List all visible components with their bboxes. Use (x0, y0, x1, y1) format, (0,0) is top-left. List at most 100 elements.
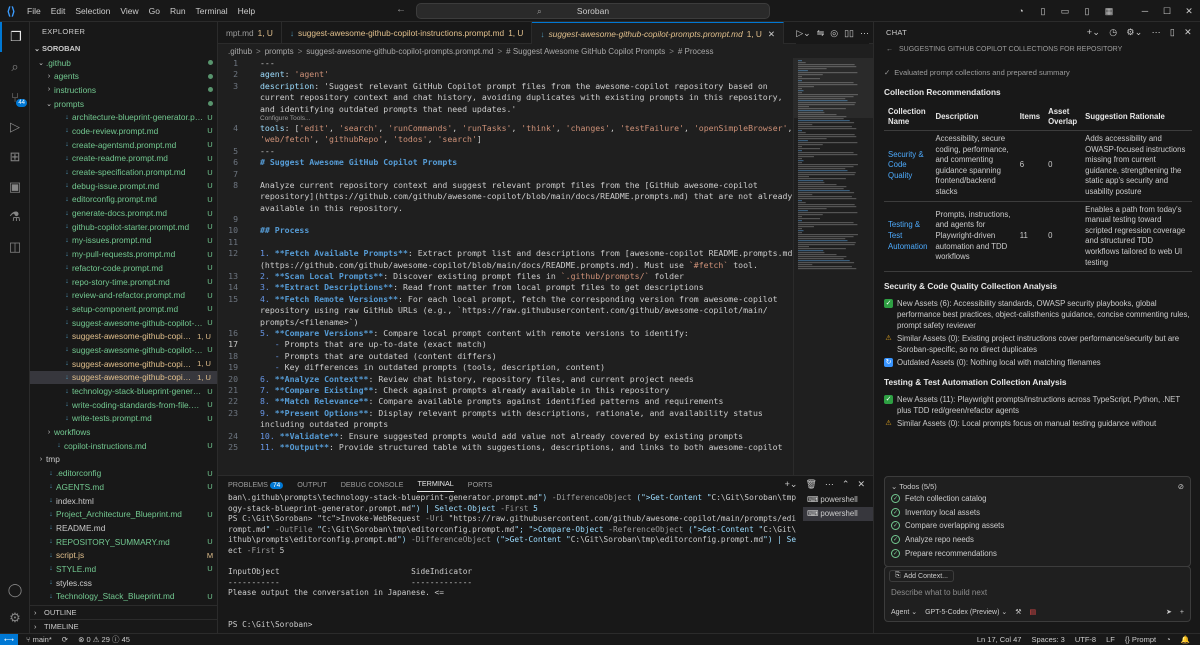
file-item[interactable]: ↓ github-copilot-starter.prompt.md U (30, 220, 217, 234)
layout-secondary-icon[interactable]: ▯ (1076, 6, 1098, 17)
testing-icon[interactable]: ⚗ (0, 202, 30, 232)
encoding[interactable]: UTF-8 (1075, 635, 1096, 644)
send-icon[interactable]: ➤ (1166, 608, 1172, 616)
branch-indicator[interactable]: ⑂ main* (26, 635, 52, 644)
breadcrumb-item[interactable]: # Suggest Awesome GitHub Copilot Prompts (506, 47, 665, 56)
tab-ports[interactable]: PORTS (468, 480, 493, 489)
tab-terminal[interactable]: TERMINAL (417, 477, 454, 492)
folder-item[interactable]: › instructions (30, 83, 217, 97)
file-item[interactable]: ↓ Technology_Stack_Blueprint.md U (30, 590, 217, 604)
file-item[interactable]: ↓ code-review.prompt.md U (30, 124, 217, 138)
settings-gear-icon[interactable]: ⚙ (0, 603, 30, 633)
todo-item[interactable]: ✓ Prepare recommendations (891, 546, 1184, 560)
customize-layout-icon[interactable]: ▦ (1098, 6, 1120, 17)
tab-debug-console[interactable]: DEBUG CONSOLE (341, 480, 404, 489)
chat-view-icon[interactable]: ◫ (0, 232, 30, 262)
breadcrumb-item[interactable]: suggest-awesome-github-copilot-prompts.p… (306, 47, 493, 56)
file-item[interactable]: ↓ create-readme.prompt.md U (30, 152, 217, 166)
settings-icon[interactable]: ⚙⌄ (1126, 27, 1142, 38)
source-control-icon[interactable]: ⑂ 44 (0, 82, 30, 112)
todo-item[interactable]: ✓ Analyze repo needs (891, 533, 1184, 547)
breadcrumb-item[interactable]: # Process (678, 47, 714, 56)
file-item[interactable]: ↓ create-specification.prompt.md U (30, 165, 217, 179)
menu-view[interactable]: View (115, 0, 143, 22)
command-center-search[interactable]: ⌕ Soroban (416, 3, 770, 19)
more-actions-icon[interactable]: ⋯ (1152, 27, 1161, 38)
file-item[interactable]: ↓ architecture-blueprint-generator.pro...… (30, 110, 217, 124)
search-view-icon[interactable]: ⌕ (0, 52, 30, 82)
split-icon[interactable]: ▯ (1170, 27, 1175, 38)
file-item[interactable]: ↓ suggest-awesome-github-copilot-c... U (30, 343, 217, 357)
more-actions-icon[interactable]: ⋯ (825, 479, 834, 490)
clear-icon[interactable]: ⊘ (1178, 482, 1184, 491)
file-item[interactable]: ↓ copilot-instructions.md U (30, 439, 217, 453)
menu-terminal[interactable]: Terminal (191, 0, 233, 22)
problems-indicator[interactable]: ⊗ 0 ⚠ 29 ⓘ 45 (78, 634, 130, 645)
menu-help[interactable]: Help (233, 0, 260, 22)
breadcrumb-item[interactable]: .github (228, 47, 252, 56)
cursor-position[interactable]: Ln 17, Col 47 (977, 635, 1022, 644)
minimize-button[interactable]: ─ (1134, 6, 1156, 16)
tab-problems[interactable]: PROBLEMS 74 (228, 480, 284, 489)
new-chat-icon[interactable]: +⌄ (1087, 27, 1100, 38)
code-editor[interactable]: 1 --- 2 agent: 'agent' 3 description: 'Sugges… (218, 58, 793, 475)
file-item[interactable]: ↓ styles.css (30, 576, 217, 590)
todo-item[interactable]: ✓ Compare overlapping assets (891, 519, 1184, 533)
collection-link[interactable]: Testing & Test Automation (884, 201, 932, 273)
add-context-button[interactable]: ⎘ Add Context... (889, 570, 954, 582)
explorer-icon[interactable]: ❐ (0, 22, 30, 52)
file-item[interactable]: ↓ repo-story-time.prompt.md U (30, 275, 217, 289)
close-button[interactable]: ✕ (1178, 6, 1200, 17)
history-icon[interactable]: ◷ (1109, 27, 1117, 38)
tab-prompt-partial[interactable]: mpt.md 1, U (218, 22, 282, 44)
file-item[interactable]: ↓suggest-awesome-github-copilot-c... 1, U (30, 329, 217, 343)
run-icon[interactable]: ▷⌄ (796, 28, 810, 39)
tab-instructions-prompt[interactable]: ↓ suggest-awesome-github-copilot-instruc… (282, 22, 533, 44)
layout-sidebar-icon[interactable]: ▯ (1032, 6, 1054, 17)
copilot-icon[interactable]: ◔ (1010, 6, 1032, 16)
file-item[interactable]: ↓ index.html (30, 494, 217, 508)
file-item[interactable]: ↓ suggest-awesome-github-copilot-ag... U (30, 316, 217, 330)
file-item[interactable]: ↓ AGENTS.md U (30, 480, 217, 494)
file-item[interactable]: ↓ write-tests.prompt.md U (30, 412, 217, 426)
folder-item[interactable]: ⌄ prompts (30, 97, 217, 111)
model-picker[interactable]: GPT-5-Codex (Preview) ⌄ (925, 608, 1007, 616)
back-arrow-icon[interactable]: ← (396, 4, 406, 15)
add-icon[interactable]: + (1180, 609, 1184, 616)
folder-item[interactable]: › workflows (30, 425, 217, 439)
file-item[interactable]: ↓ my-issues.prompt.md U (30, 234, 217, 248)
menu-run[interactable]: Run (165, 0, 191, 22)
tab-prompts-prompt[interactable]: ↓ suggest-awesome-github-copilot-prompts… (532, 22, 784, 44)
terminal-item[interactable]: ⌨ powershell (803, 507, 873, 521)
file-item[interactable]: ↓ technology-stack-blueprint-generato... U (30, 384, 217, 398)
indentation[interactable]: Spaces: 3 (1031, 635, 1064, 644)
close-panel-icon[interactable]: ✕ (857, 479, 865, 490)
menu-file[interactable]: File (22, 0, 46, 22)
menu-edit[interactable]: Edit (46, 0, 71, 22)
file-item[interactable]: ↓ REPOSITORY_SUMMARY.md U (30, 535, 217, 549)
file-item[interactable]: ↓ suggest-awesome-github-copilot-i... 1, U (30, 357, 217, 371)
outline-section[interactable]: › OUTLINE (30, 605, 218, 618)
terminal-output[interactable]: ban\.github\prompts\technology-stack-blu… (228, 493, 796, 633)
split-editor-icon[interactable]: ▯▯ (844, 28, 854, 39)
new-terminal-icon[interactable]: +⌄ (785, 479, 798, 490)
language-mode[interactable]: {} Prompt (1125, 635, 1156, 644)
file-item[interactable]: ↓ write-coding-standards-from-file.pro...… (30, 398, 217, 412)
collection-link[interactable]: Security & Code Quality (884, 130, 932, 202)
tab-output[interactable]: OUTPUT (297, 480, 327, 489)
breadcrumb-item[interactable]: prompts (265, 47, 294, 56)
workspace-root[interactable]: ⌄ SOROBAN (30, 42, 217, 56)
trash-icon[interactable]: 🗑 (805, 479, 816, 490)
folder-item[interactable]: › agents (30, 69, 217, 83)
mode-picker[interactable]: Agent ⌄ (891, 608, 917, 616)
run-debug-icon[interactable]: ▷ (0, 112, 30, 142)
file-item[interactable]: ↓ script.js M (30, 548, 217, 562)
tools-icon[interactable]: ⚒ (1015, 608, 1021, 616)
remote-indicator-icon[interactable]: ⟷ (0, 633, 18, 645)
maximize-button[interactable]: ☐ (1156, 6, 1178, 17)
maximize-panel-icon[interactable]: ⌃ (842, 479, 850, 490)
terminal-item[interactable]: ⌨ powershell (803, 493, 873, 507)
file-item[interactable]: ↓ create-agentsmd.prompt.md U (30, 138, 217, 152)
timeline-section[interactable]: › TIMELINE (30, 619, 218, 632)
file-item[interactable]: ↓ editorconfig.prompt.md U (30, 193, 217, 207)
